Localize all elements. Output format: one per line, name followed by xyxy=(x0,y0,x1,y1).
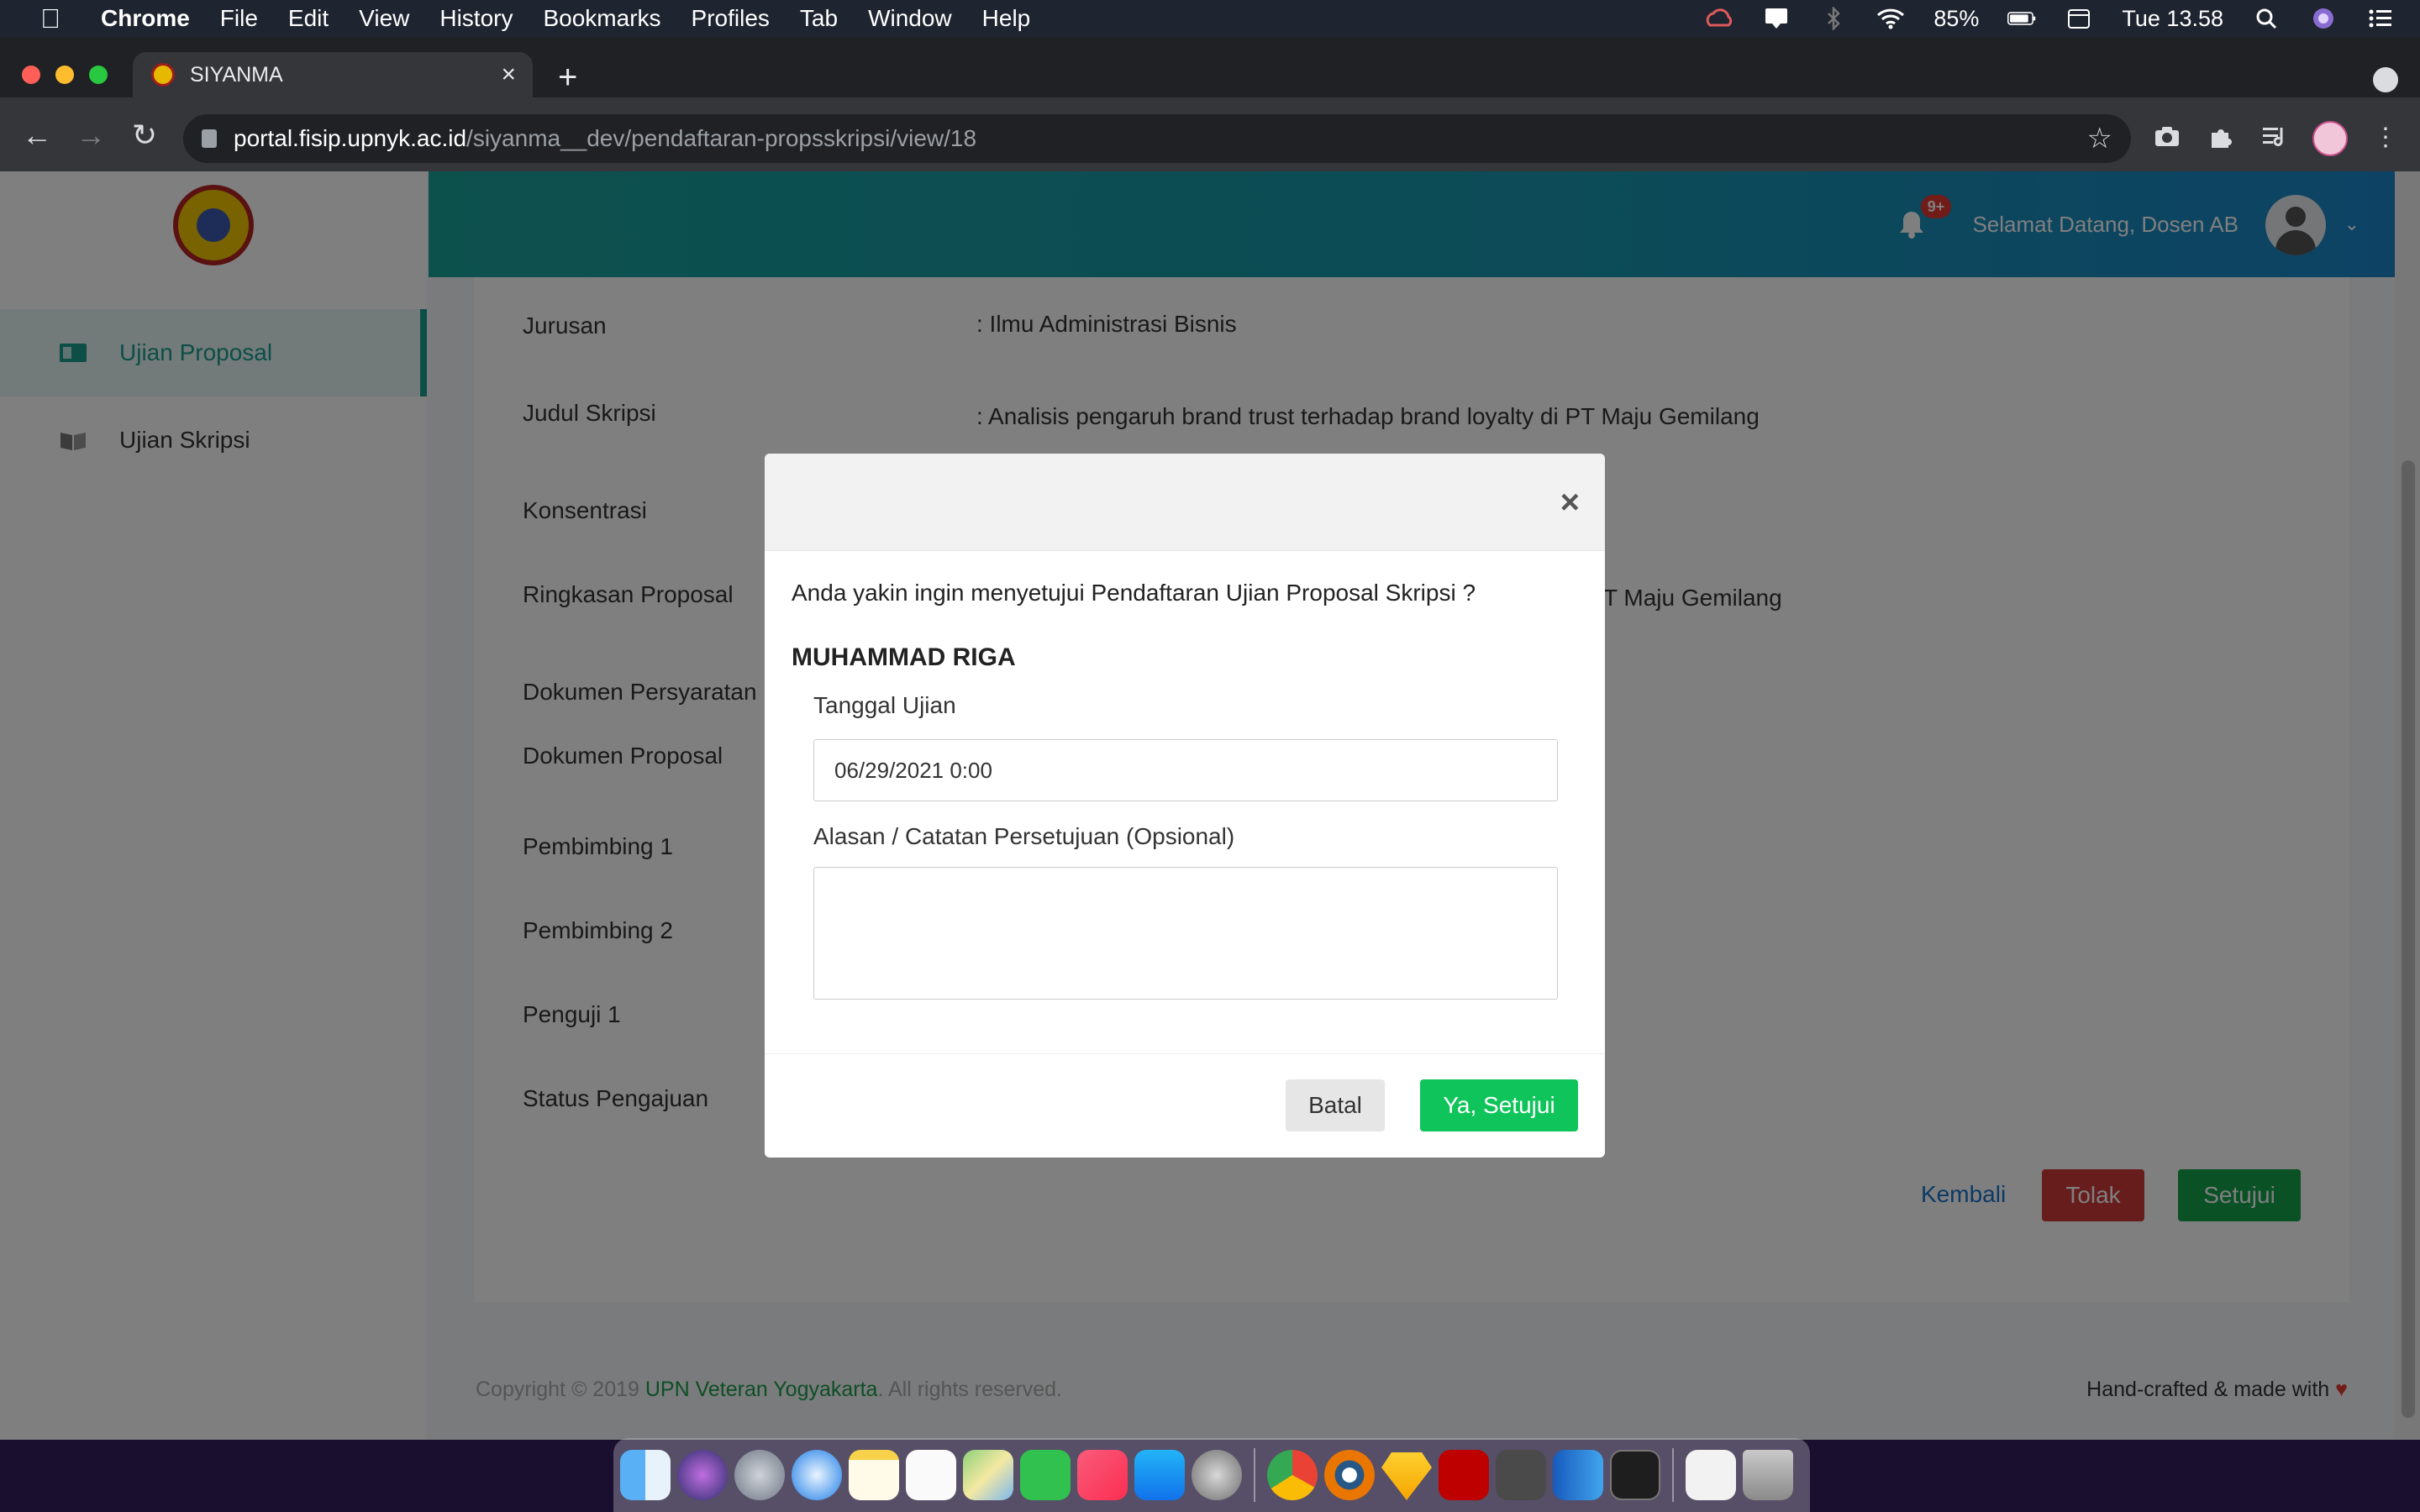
menu-clock[interactable]: Tue 13.58 xyxy=(2122,6,2223,32)
blender-icon[interactable] xyxy=(1324,1450,1375,1500)
battery-icon[interactable] xyxy=(2007,7,2036,30)
menu-view[interactable]: View xyxy=(359,5,409,32)
forward-arrow-icon[interactable]: → xyxy=(74,118,108,153)
chrome-icon[interactable] xyxy=(1267,1450,1318,1500)
tab-title: SIYANMA xyxy=(190,62,283,87)
menu-bookmarks[interactable]: Bookmarks xyxy=(543,5,660,32)
lock-icon[interactable] xyxy=(202,129,217,148)
battery-percent: 85% xyxy=(1933,5,1980,31)
music-icon[interactable] xyxy=(1077,1450,1128,1500)
menu-profiles[interactable]: Profiles xyxy=(692,5,770,32)
url-path: /siyanma__dev/pendaftaran-propsskripsi/v… xyxy=(466,125,977,151)
app-store-icon[interactable] xyxy=(1134,1450,1185,1500)
new-tab-button[interactable]: + xyxy=(558,59,577,97)
menu-tab[interactable]: Tab xyxy=(800,5,838,32)
launchpad-icon[interactable] xyxy=(734,1450,785,1500)
calendar-icon[interactable] xyxy=(2065,7,2093,30)
tab-search-button[interactable] xyxy=(2373,67,2398,92)
catatan-textarea[interactable] xyxy=(813,867,1558,1000)
wifi-icon[interactable] xyxy=(1876,7,1905,30)
macos-menu-bar:  Chrome File Edit View History Bookmark… xyxy=(0,0,2420,37)
word-icon[interactable] xyxy=(1553,1450,1603,1500)
control-center-icon[interactable] xyxy=(2366,7,2395,30)
window-minimize-button[interactable] xyxy=(55,66,74,84)
url-host: portal.fisip.upnyk.ac.id xyxy=(234,125,467,151)
trash-icon[interactable] xyxy=(1743,1450,1793,1500)
menu-app-name[interactable]: Chrome xyxy=(101,5,190,32)
site-favicon-icon xyxy=(151,63,175,87)
address-bar[interactable]: portal.fisip.upnyk.ac.id/siyanma__dev/pe… xyxy=(183,114,2131,163)
bookmark-star-icon[interactable]: ☆ xyxy=(2087,122,2112,155)
profile-avatar[interactable] xyxy=(2312,121,2348,156)
notification-center-icon[interactable] xyxy=(1762,7,1791,30)
ya-setujui-button[interactable]: Ya, Setujui xyxy=(1420,1079,1578,1131)
modal-footer: Batal Ya, Setujui xyxy=(765,1053,1605,1158)
batal-button[interactable]: Batal xyxy=(1286,1079,1385,1131)
modal-header: × xyxy=(765,454,1605,551)
macos-dock xyxy=(613,1438,1810,1512)
apple-menu-icon[interactable]:  xyxy=(34,3,67,34)
filezilla-icon[interactable] xyxy=(1439,1450,1489,1500)
dock-separator xyxy=(1254,1448,1255,1502)
modal-close-icon[interactable]: × xyxy=(1560,484,1580,522)
student-name: MUHAMMAD RIGA xyxy=(792,643,1016,671)
menu-history[interactable]: History xyxy=(439,5,513,32)
tab-close-icon[interactable]: × xyxy=(501,60,516,89)
spotlight-search-icon[interactable] xyxy=(2252,7,2281,30)
menu-window[interactable]: Window xyxy=(868,5,952,32)
safari-icon[interactable] xyxy=(792,1450,842,1500)
document-icon[interactable] xyxy=(1686,1450,1736,1500)
modal-question: Anda yakin ingin menyetujui Pendaftaran … xyxy=(792,580,1476,606)
tanggal-ujian-label: Tanggal Ujian xyxy=(813,692,956,718)
sketch-icon[interactable] xyxy=(1381,1452,1432,1500)
tanggal-ujian-input[interactable]: 06/29/2021 0:00 xyxy=(813,739,1558,801)
terminal-icon[interactable] xyxy=(1610,1450,1660,1500)
dock-separator xyxy=(1672,1448,1674,1502)
reload-icon[interactable]: ↻ xyxy=(128,118,161,153)
notes-icon[interactable] xyxy=(849,1450,899,1500)
menu-file[interactable]: File xyxy=(220,5,258,32)
reminders-icon[interactable] xyxy=(906,1450,956,1500)
creative-cloud-icon[interactable] xyxy=(1705,7,1733,30)
bluetooth-icon[interactable] xyxy=(1819,7,1848,30)
finder-icon[interactable] xyxy=(620,1450,671,1500)
facetime-icon[interactable] xyxy=(1020,1450,1071,1500)
window-zoom-button[interactable] xyxy=(89,66,108,84)
siri-icon[interactable] xyxy=(2309,7,2338,30)
menu-help[interactable]: Help xyxy=(982,5,1031,32)
window-close-button[interactable] xyxy=(22,66,40,84)
maps-icon[interactable] xyxy=(963,1450,1013,1500)
chrome-menu-icon[interactable]: ⋮ xyxy=(2373,123,2398,152)
system-preferences-icon[interactable] xyxy=(1192,1450,1242,1500)
approval-modal: × Anda yakin ingin menyetujui Pendaftara… xyxy=(765,454,1605,1158)
extensions-puzzle-icon[interactable] xyxy=(2207,124,2235,153)
back-arrow-icon[interactable]: ← xyxy=(20,118,54,153)
media-controls-icon[interactable] xyxy=(2260,124,2289,153)
menu-edit[interactable]: Edit xyxy=(288,5,329,32)
web-page: Ujian Proposal Ujian Skripsi 9+ Selamat … xyxy=(0,171,2420,1440)
catatan-label: Alasan / Catatan Persetujuan (Opsional) xyxy=(813,823,1235,849)
browser-tab-active[interactable]: SIYANMA × xyxy=(133,52,533,97)
siri-icon[interactable] xyxy=(677,1450,728,1500)
camera-extension-icon[interactable] xyxy=(2153,124,2181,153)
sublime-icon[interactable] xyxy=(1496,1450,1546,1500)
